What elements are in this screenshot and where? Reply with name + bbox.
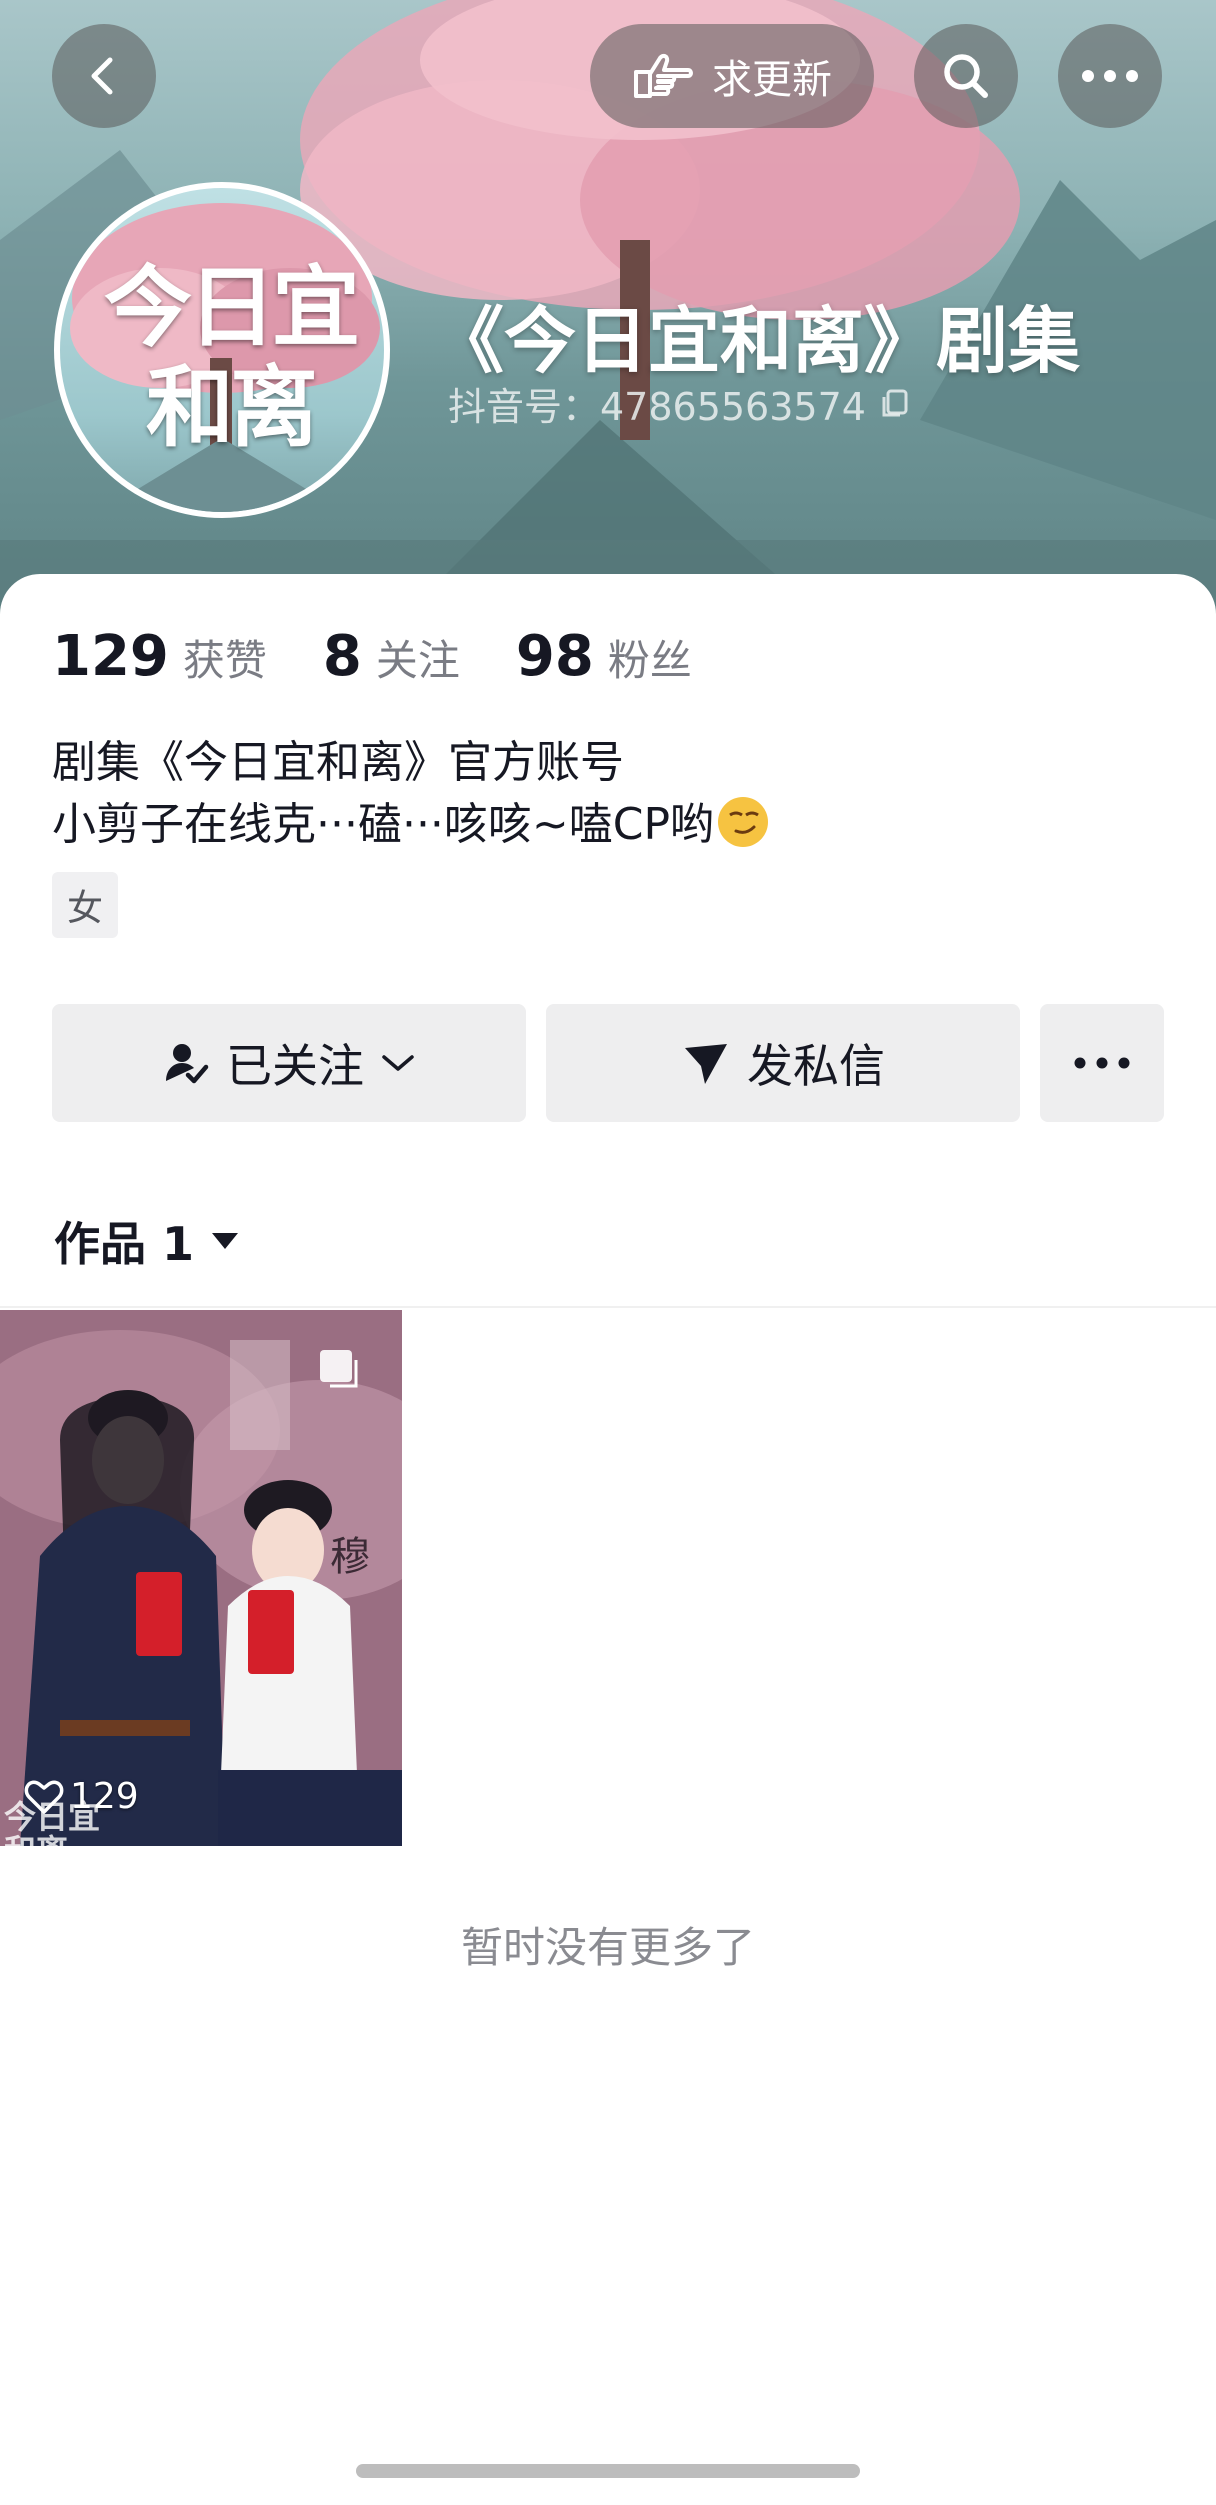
more-options-button[interactable] [1058,24,1162,128]
bio: 剧集《今日宜和离》官方账号 小剪子在线克···磕···咳咳~嗑CP哟 [52,732,769,856]
caret-down-icon [212,1233,239,1249]
stat-following[interactable]: 8 关注 [323,624,460,689]
likes-count: 129 [52,624,169,689]
request-update-label: 求更新 [712,57,832,103]
poster-text: 穆 [330,1534,370,1580]
hand-point-icon [634,53,693,98]
bio-line-2-wrap: 小剪子在线克···磕···咳咳~嗑CP哟 [52,794,769,856]
no-more-text: 暂时没有更多了 [460,1923,755,1972]
video-thumbnail[interactable]: 穆 129 今日宜和离 [0,1310,402,1846]
avatar-logo-text: 今日宜和离 [103,256,360,459]
home-indicator[interactable] [356,2464,860,2478]
user-check-icon [166,1044,209,1084]
back-icon [91,57,113,95]
chevron-down-icon [382,1055,414,1071]
avatar[interactable]: 今日宜和离 [54,182,390,518]
likes-label: 获赞 [182,636,267,685]
following-count: 8 [322,624,362,689]
more-actions-button[interactable] [1040,1004,1164,1122]
copy-icon[interactable] [878,387,912,421]
fans-count: 98 [515,624,594,689]
stat-fans[interactable]: 98 粉丝 [516,624,692,689]
stats-row: 129 获赞 8 关注 98 粉丝 [52,624,748,689]
works-tab-label: 作品 1 [54,1217,195,1271]
profile-name: 《今日宜和离》剧集 [432,299,1081,383]
request-update-button[interactable]: 求更新 [590,24,874,128]
message-button[interactable]: 发私信 [546,1004,1020,1122]
search-button[interactable] [914,24,1018,128]
profile-banner: 求更新 今日宜和离 《今日宜和离》剧集 抖音号：47865563574 [0,0,1216,640]
poster-corner-logo: 今日宜和离 [4,1798,101,1846]
followed-button[interactable]: 已关注 [52,1004,526,1122]
followed-label: 已关注 [226,1039,364,1093]
stat-likes[interactable]: 129 获赞 [52,624,267,689]
following-label: 关注 [375,636,460,685]
tab-works[interactable]: 作品 1 [54,1208,240,1274]
fans-label: 粉丝 [607,636,692,685]
tab-divider [0,1306,1216,1308]
profile-card: 129 获赞 8 关注 98 粉丝 剧集《今日宜和离》官方账号 小剪子在线克··… [0,574,1216,2440]
douyin-id[interactable]: 抖音号：47865563574 [448,376,912,431]
back-button[interactable] [52,24,156,128]
message-label: 发私信 [747,1039,885,1093]
select-box-icon[interactable] [316,1346,362,1392]
send-icon [685,1044,727,1084]
bio-line-2: 小剪子在线克···磕···咳咳~嗑CP哟 [52,799,715,850]
more-icon [1074,1057,1130,1069]
gender-tag: 女 [52,872,118,938]
more-icon [1082,70,1138,82]
bio-line-1: 剧集《今日宜和离》官方账号 [52,737,624,788]
douyin-id-text: 抖音号：47865563574 [448,385,866,429]
search-icon [944,54,988,98]
smirk-emoji-icon [718,797,769,847]
